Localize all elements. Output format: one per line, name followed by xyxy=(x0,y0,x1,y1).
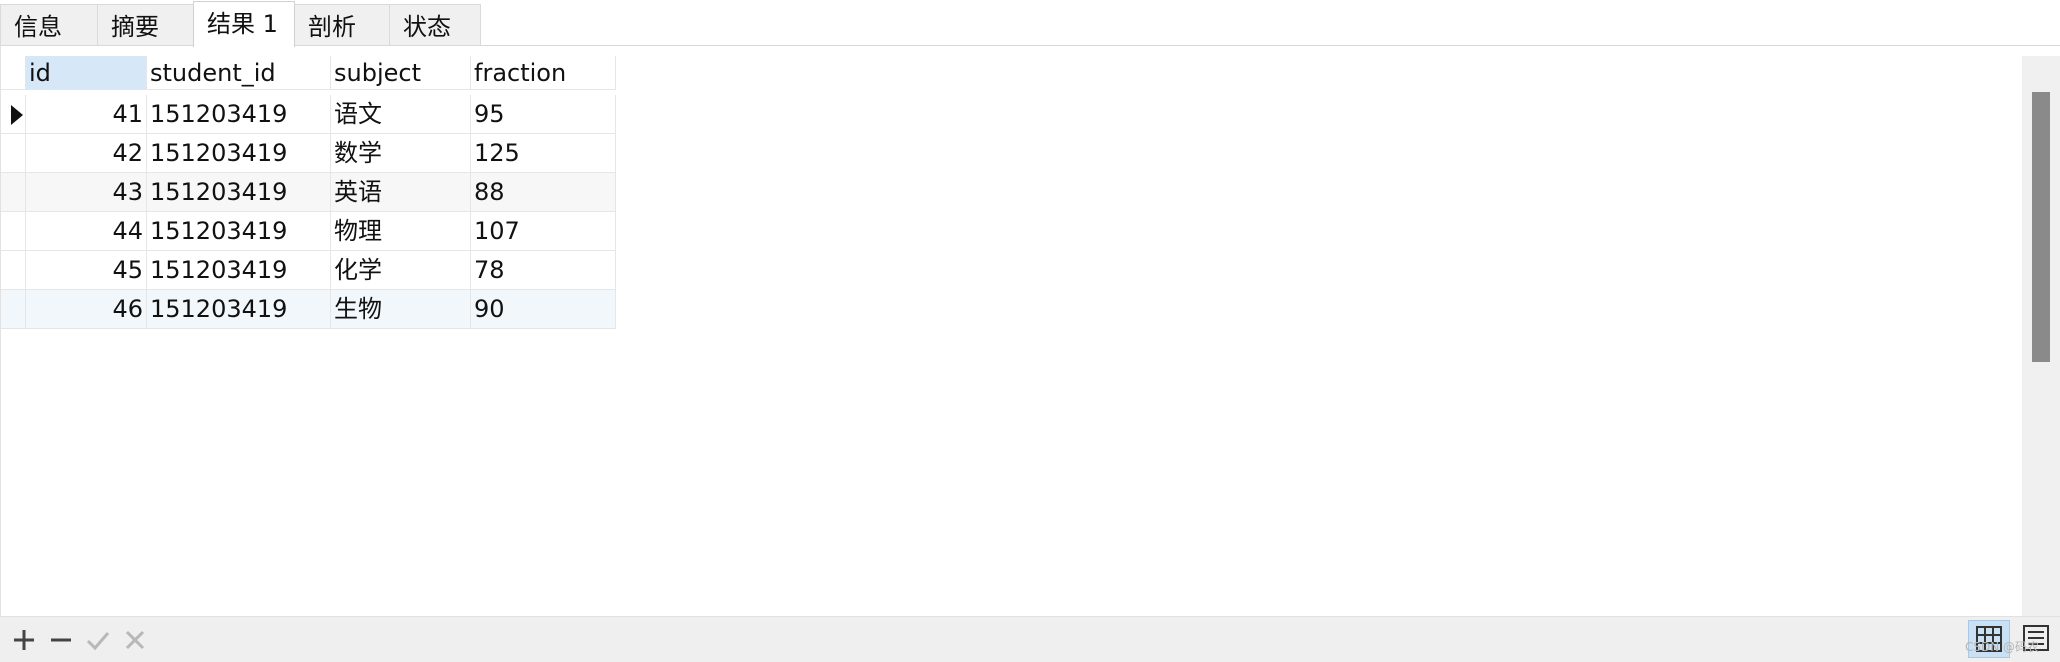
cell-id[interactable]: 42 xyxy=(26,134,147,173)
header-corner xyxy=(1,56,26,90)
column-header-fraction[interactable]: fraction xyxy=(471,56,616,90)
cell-fraction[interactable]: 107 xyxy=(471,212,616,251)
cell-subject[interactable]: 生物 xyxy=(331,290,471,329)
cell-subject[interactable]: 物理 xyxy=(331,212,471,251)
query-result-window: 信息 摘要 结果 1 剖析 状态 id student_id subject f… xyxy=(0,0,2060,662)
cell-subject[interactable]: 英语 xyxy=(331,173,471,212)
cell-subject[interactable]: 数学 xyxy=(331,134,471,173)
row-header[interactable] xyxy=(1,173,26,212)
row-header[interactable] xyxy=(1,95,26,134)
current-row-arrow-icon xyxy=(11,105,23,125)
row-header[interactable] xyxy=(1,290,26,329)
cell-fraction[interactable]: 88 xyxy=(471,173,616,212)
cell-id[interactable]: 45 xyxy=(26,251,147,290)
grid-toolbar xyxy=(0,616,2060,662)
row-header[interactable] xyxy=(1,134,26,173)
cell-id[interactable]: 43 xyxy=(26,173,147,212)
minus-icon[interactable] xyxy=(46,625,76,655)
cell-student-id[interactable]: 151203419 xyxy=(147,173,331,212)
cell-subject[interactable]: 化学 xyxy=(331,251,471,290)
cell-id[interactable]: 46 xyxy=(26,290,147,329)
column-header-id[interactable]: id xyxy=(26,56,147,90)
tab-profile[interactable]: 剖析 xyxy=(294,4,390,45)
cell-fraction[interactable]: 95 xyxy=(471,95,616,134)
plus-icon[interactable] xyxy=(9,625,39,655)
cell-id[interactable]: 44 xyxy=(26,212,147,251)
cell-fraction[interactable]: 125 xyxy=(471,134,616,173)
cell-fraction[interactable]: 90 xyxy=(471,290,616,329)
cell-student-id[interactable]: 151203419 xyxy=(147,134,331,173)
cell-student-id[interactable]: 151203419 xyxy=(147,290,331,329)
tab-summary[interactable]: 摘要 xyxy=(97,4,194,45)
tab-strip: 信息 摘要 结果 1 剖析 状态 xyxy=(0,0,2060,47)
vertical-scrollbar-thumb[interactable] xyxy=(2032,92,2050,362)
check-icon[interactable] xyxy=(83,625,113,655)
tab-status[interactable]: 状态 xyxy=(389,4,481,45)
row-header[interactable] xyxy=(1,251,26,290)
cell-subject[interactable]: 语文 xyxy=(331,95,471,134)
tab-result-1[interactable]: 结果 1 xyxy=(193,1,295,47)
cell-fraction[interactable]: 78 xyxy=(471,251,616,290)
x-icon[interactable] xyxy=(120,625,150,655)
cell-student-id[interactable]: 151203419 xyxy=(147,95,331,134)
column-header-student-id[interactable]: student_id xyxy=(147,56,331,90)
tab-info[interactable]: 信息 xyxy=(0,4,98,45)
watermark-text: CSDN @码农 xyxy=(1965,640,2040,654)
cell-student-id[interactable]: 151203419 xyxy=(147,212,331,251)
cell-id[interactable]: 41 xyxy=(26,95,147,134)
column-header-subject[interactable]: subject xyxy=(331,56,471,90)
cell-student-id[interactable]: 151203419 xyxy=(147,251,331,290)
vertical-scrollbar[interactable] xyxy=(2022,56,2060,616)
result-grid-area[interactable]: id student_id subject fraction 41 151203… xyxy=(0,46,2023,616)
row-header[interactable] xyxy=(1,212,26,251)
